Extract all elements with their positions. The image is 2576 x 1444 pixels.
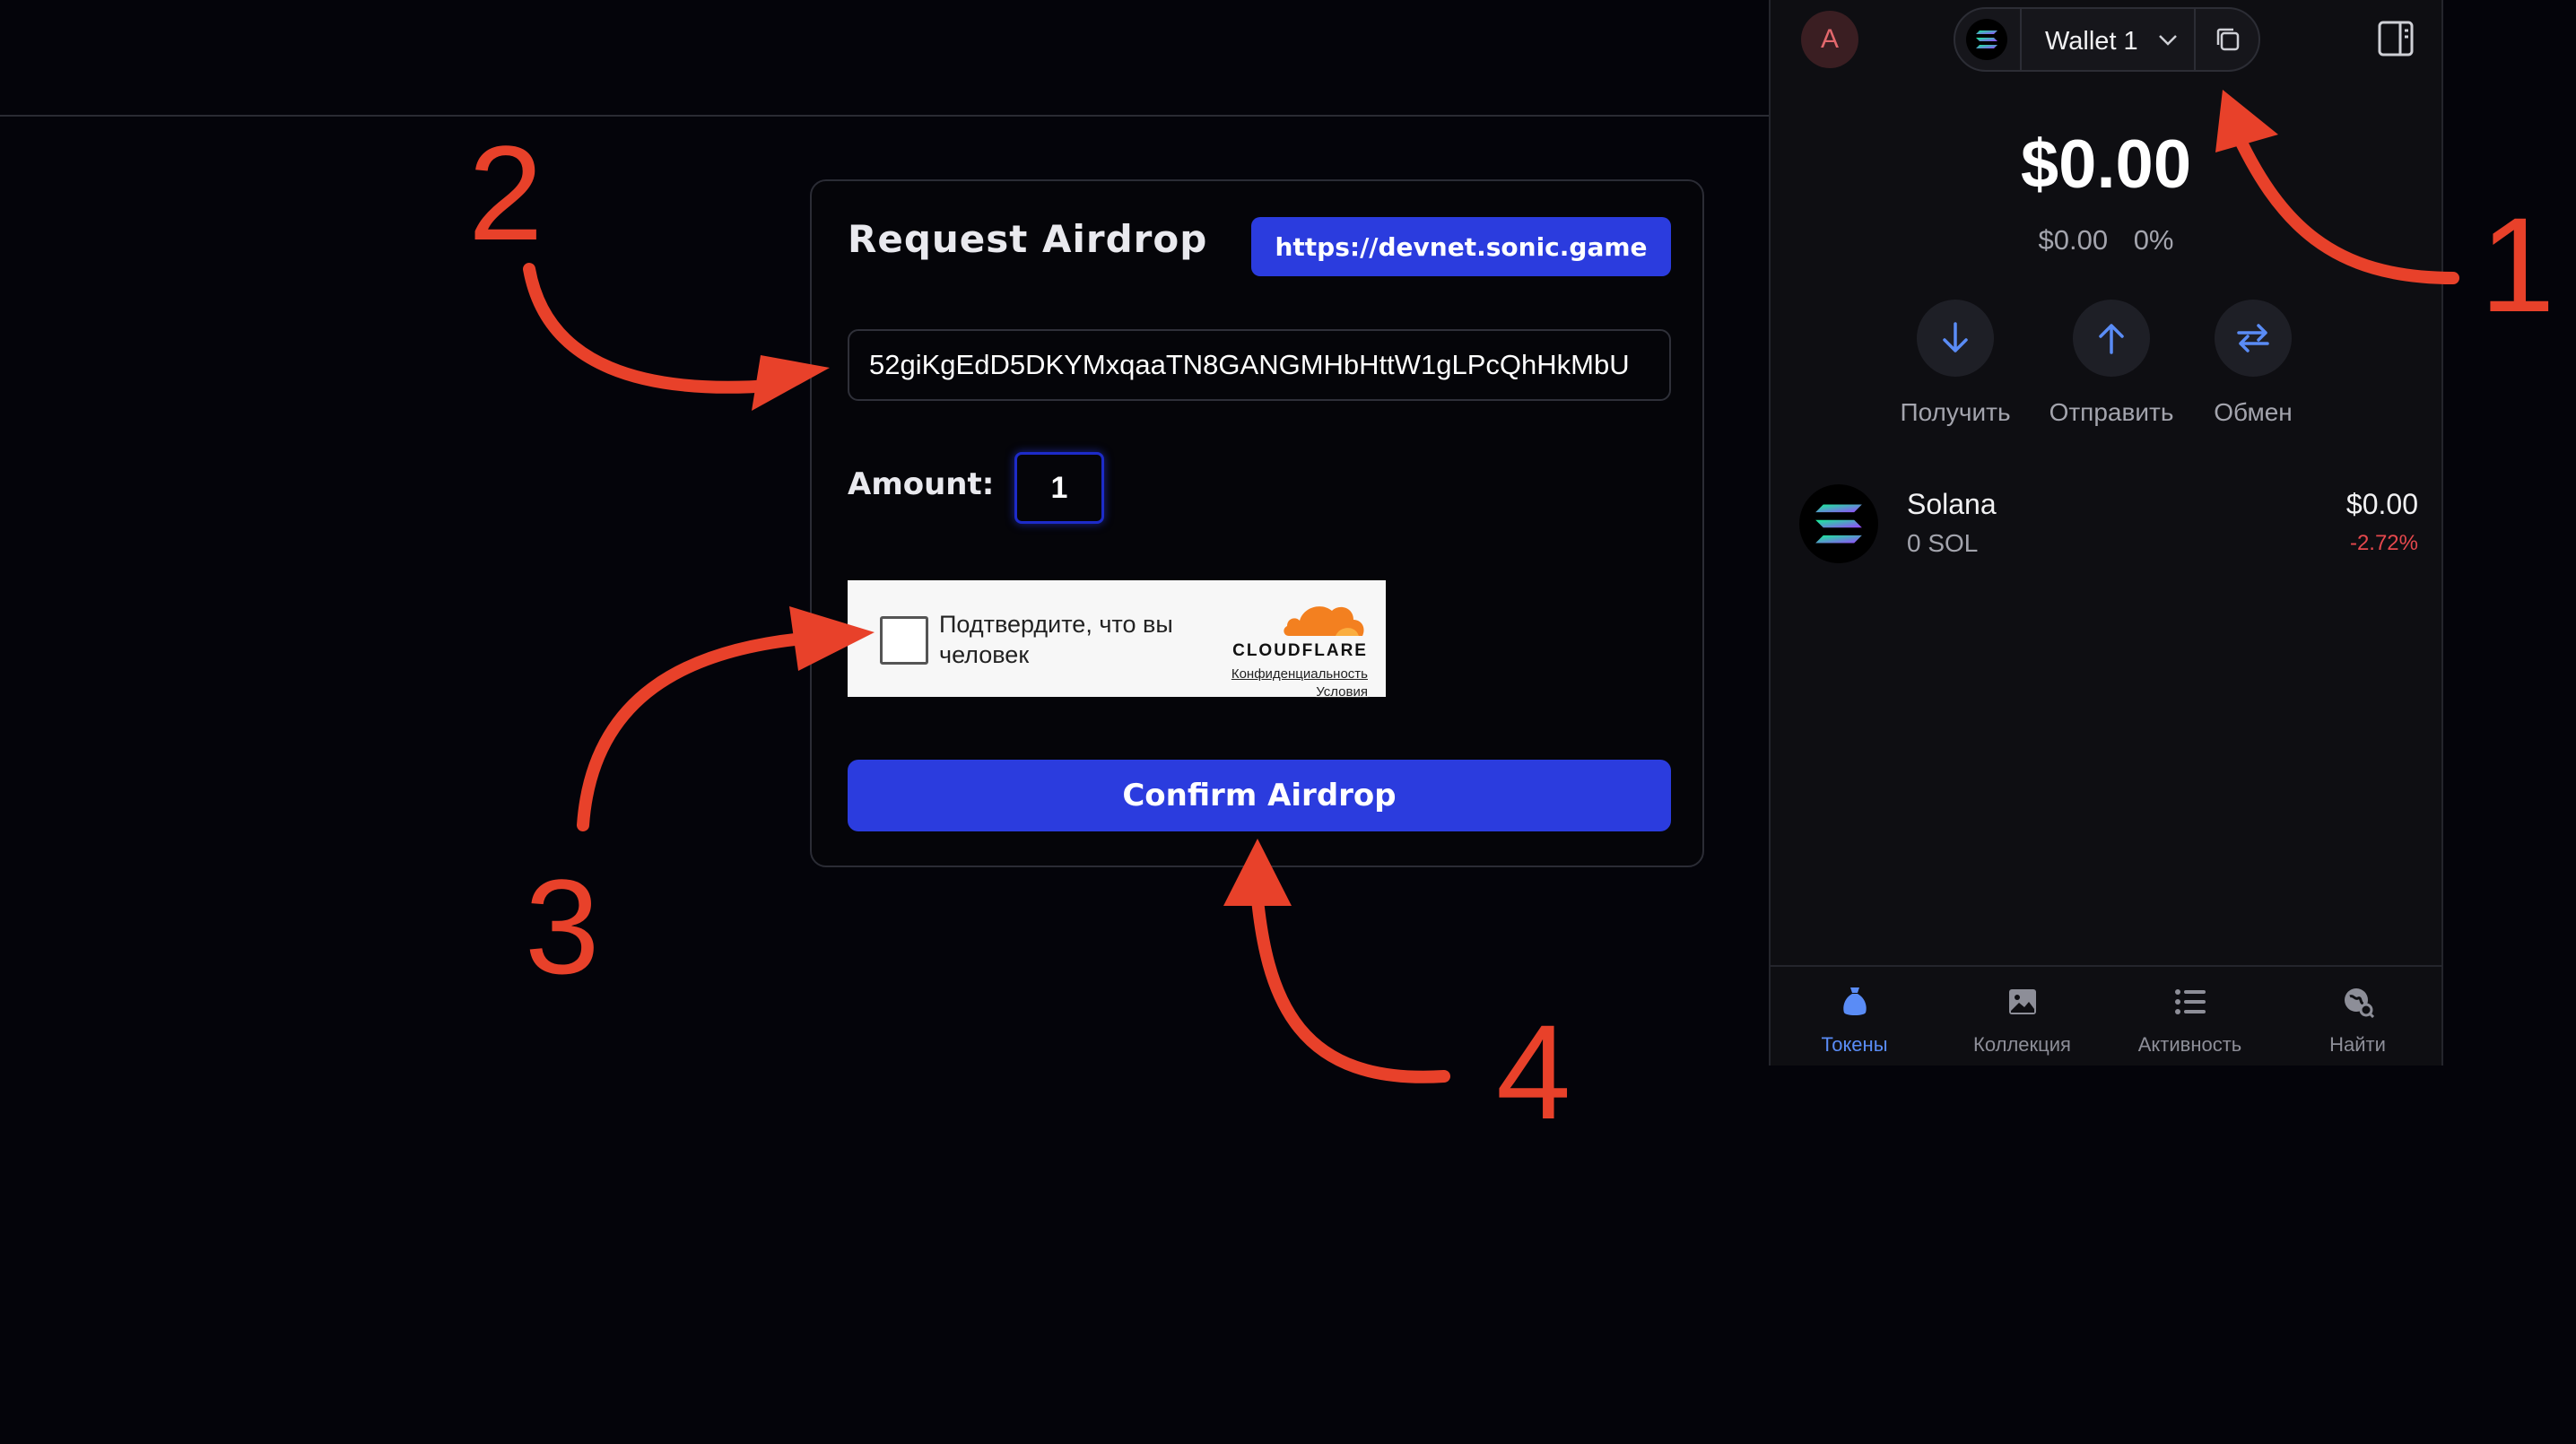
arrow-to-captcha [577, 631, 831, 831]
annotation-step-2: 2 [468, 117, 544, 268]
annotation-step-1: 1 [2480, 189, 2555, 340]
annotation-step-4: 4 [1496, 996, 1571, 1147]
arrow-to-wallet-switcher [2227, 119, 2459, 284]
annotation-step-3: 3 [525, 851, 600, 1002]
annotation-arrows [523, 90, 2459, 1083]
arrow-to-address-input [523, 263, 778, 394]
arrow-to-confirm-button [1249, 873, 1450, 1083]
page: Request Airdrop https://devnet.sonic.gam… [0, 0, 2576, 1444]
